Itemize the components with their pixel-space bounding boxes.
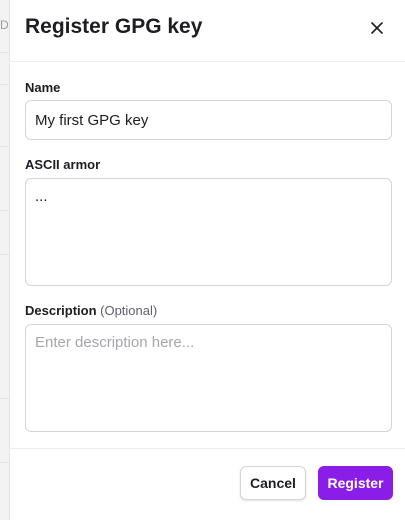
name-field[interactable] xyxy=(25,100,392,140)
cancel-button[interactable]: Cancel xyxy=(240,466,306,500)
register-button[interactable]: Register xyxy=(318,466,393,500)
close-button[interactable] xyxy=(366,17,388,39)
dialog-header: Register GPG key xyxy=(10,0,405,62)
close-icon xyxy=(366,17,388,39)
background-peek-text: D xyxy=(0,18,9,32)
name-field-label: Name xyxy=(25,80,61,95)
description-label-text: Description xyxy=(25,303,97,318)
optional-hint: (Optional) xyxy=(100,303,158,318)
ascii-armor-field-label: ASCII armor xyxy=(25,157,101,172)
description-field-label: Description (Optional) xyxy=(25,303,157,318)
register-gpg-key-dialog: Register GPG key Name ASCII armor ... De… xyxy=(9,0,405,520)
description-field[interactable] xyxy=(25,324,392,432)
dialog-footer: Cancel Register xyxy=(10,448,405,520)
ascii-armor-field[interactable]: ... xyxy=(25,178,392,286)
dialog-title: Register GPG key xyxy=(25,15,203,38)
